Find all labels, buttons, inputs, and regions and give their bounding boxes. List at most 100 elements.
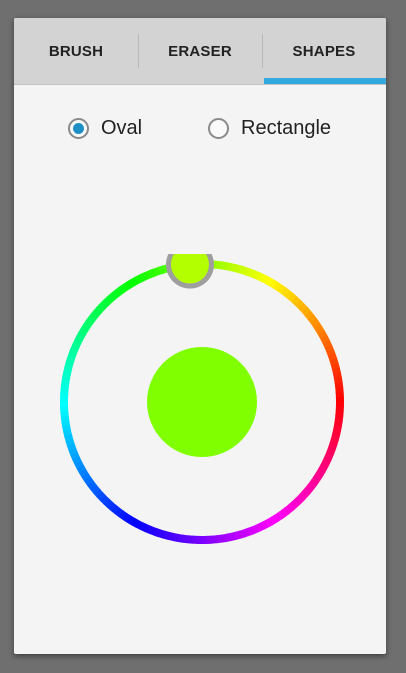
hue-ring-segment <box>99 495 110 505</box>
hue-ring-segment <box>95 303 106 313</box>
hue-ring-segment <box>291 497 302 508</box>
hue-ring-segment <box>81 472 92 483</box>
hue-ring-segment <box>65 358 75 366</box>
hue-ring-segment <box>225 532 233 542</box>
tab-brush[interactable]: BRUSH <box>14 18 138 84</box>
hue-ring-segment <box>291 295 301 306</box>
hue-ring-segment <box>234 530 242 540</box>
hue-ring-segment <box>60 415 70 423</box>
hue-ring-segment <box>332 429 342 437</box>
hue-ring-segment <box>294 299 305 309</box>
hue-ring-segment <box>319 334 330 344</box>
selected-color-swatch[interactable] <box>147 347 257 457</box>
hue-ring-segment <box>162 530 171 540</box>
hue-ring-segment <box>284 504 294 514</box>
hue-ring-segment <box>219 261 227 271</box>
hue-ring-segment <box>260 274 269 284</box>
hue-ring-segment <box>62 367 72 375</box>
hue-ring-segment <box>332 371 342 379</box>
hue-ring-segment <box>309 317 320 328</box>
hue-ring-segment <box>92 306 103 317</box>
hue-ring-segment <box>268 278 278 289</box>
oval-option[interactable]: Oval <box>68 114 142 142</box>
hue-ring-segment <box>153 527 162 538</box>
hue-ring-segment <box>320 460 330 469</box>
hue-ring-segment <box>310 476 321 486</box>
hue-ring-segment <box>325 348 336 357</box>
hue-ring-segment <box>114 507 124 518</box>
hue-ring-segment <box>122 513 132 523</box>
hue-ring-segment <box>322 455 333 465</box>
hue-ring-segment <box>304 310 314 320</box>
hue-ring-segment <box>324 343 334 352</box>
hue-ring-segment <box>233 264 242 274</box>
hue-ring-segment <box>315 468 326 478</box>
hue-ring-segment <box>247 525 256 536</box>
hue-ring-segment <box>333 424 342 432</box>
hue-ring-segment <box>334 415 344 422</box>
hue-ring-segment <box>327 352 338 361</box>
hue-ring-segment <box>158 529 166 539</box>
hue-ring-segment <box>106 293 116 303</box>
hue-ring-segment <box>70 452 80 461</box>
hue-ring-segment <box>152 266 161 277</box>
hue-ring-segment <box>297 302 308 313</box>
hue-ring-segment <box>70 344 80 353</box>
hue-ring-segment <box>318 464 328 473</box>
hue-ring-segment <box>79 468 89 478</box>
hue-ring-segment <box>276 283 286 294</box>
hue-ring-segment <box>90 484 100 494</box>
hue-ring-segment <box>110 504 121 515</box>
hue-ring-segment <box>243 527 252 538</box>
hue-ring-segment <box>215 260 222 270</box>
tab-eraser[interactable]: ERASER <box>138 18 262 84</box>
hue-ring-segment <box>301 487 312 498</box>
hue-ring-segment <box>330 362 340 370</box>
hue-ring-segment <box>280 507 291 517</box>
hue-ring-segment <box>63 429 73 438</box>
hue-ring-segment <box>313 472 323 482</box>
hue-ring-segment <box>333 419 343 427</box>
hue-ring-segment <box>238 265 246 275</box>
hue-ring-segment <box>256 522 265 532</box>
hue-ring-segment <box>68 447 79 456</box>
hue-ring-segment <box>307 313 317 324</box>
hue-ring-segment <box>283 289 294 300</box>
hue-ring-segment <box>329 357 339 366</box>
hue-ring-segment <box>295 494 305 505</box>
hue-ring-segment <box>242 266 251 277</box>
hue-ring-segment <box>272 281 282 291</box>
rectangle-option[interactable]: Rectangle <box>208 114 331 142</box>
shapes-dialog: BRUSH ERASER SHAPES Oval Rectangle <box>14 18 386 654</box>
hue-ring-segment <box>86 314 97 324</box>
hue-ring-segment <box>61 420 71 428</box>
hue-ring-segment <box>81 322 91 332</box>
hue-ring-segment <box>143 270 152 280</box>
tab-shapes[interactable]: SHAPES <box>262 18 386 84</box>
hue-ring-segment <box>64 434 74 442</box>
hue-ring-segment <box>139 272 148 282</box>
hue-ring-segment <box>172 533 180 542</box>
hue-ring-segment <box>215 534 223 544</box>
hue-ring-segment <box>130 276 140 287</box>
hue-ring-segment <box>288 501 298 511</box>
hue-ring-segment <box>68 348 78 357</box>
hue-ring-segment <box>93 488 103 498</box>
hue-ring-segment <box>317 330 328 340</box>
tab-selected-indicator <box>264 78 386 84</box>
hue-ring-segment <box>220 533 228 543</box>
hue-ring-segment <box>167 532 175 542</box>
hue-ring-segment <box>315 326 325 336</box>
color-wheel[interactable] <box>54 254 350 550</box>
hue-ring-segment <box>113 287 124 297</box>
oval-radio[interactable] <box>68 117 89 139</box>
hue-ring-segment <box>182 534 189 544</box>
oval-label: Oval <box>101 116 143 139</box>
hue-ring-segment <box>148 526 157 536</box>
hue-ring-segment <box>148 268 157 279</box>
rectangle-radio[interactable] <box>208 117 229 139</box>
hue-ring-segment <box>334 381 344 389</box>
hue-ring-segment <box>126 515 136 526</box>
hue-ring-segment <box>89 310 100 321</box>
hue-ring-segment <box>62 372 71 380</box>
